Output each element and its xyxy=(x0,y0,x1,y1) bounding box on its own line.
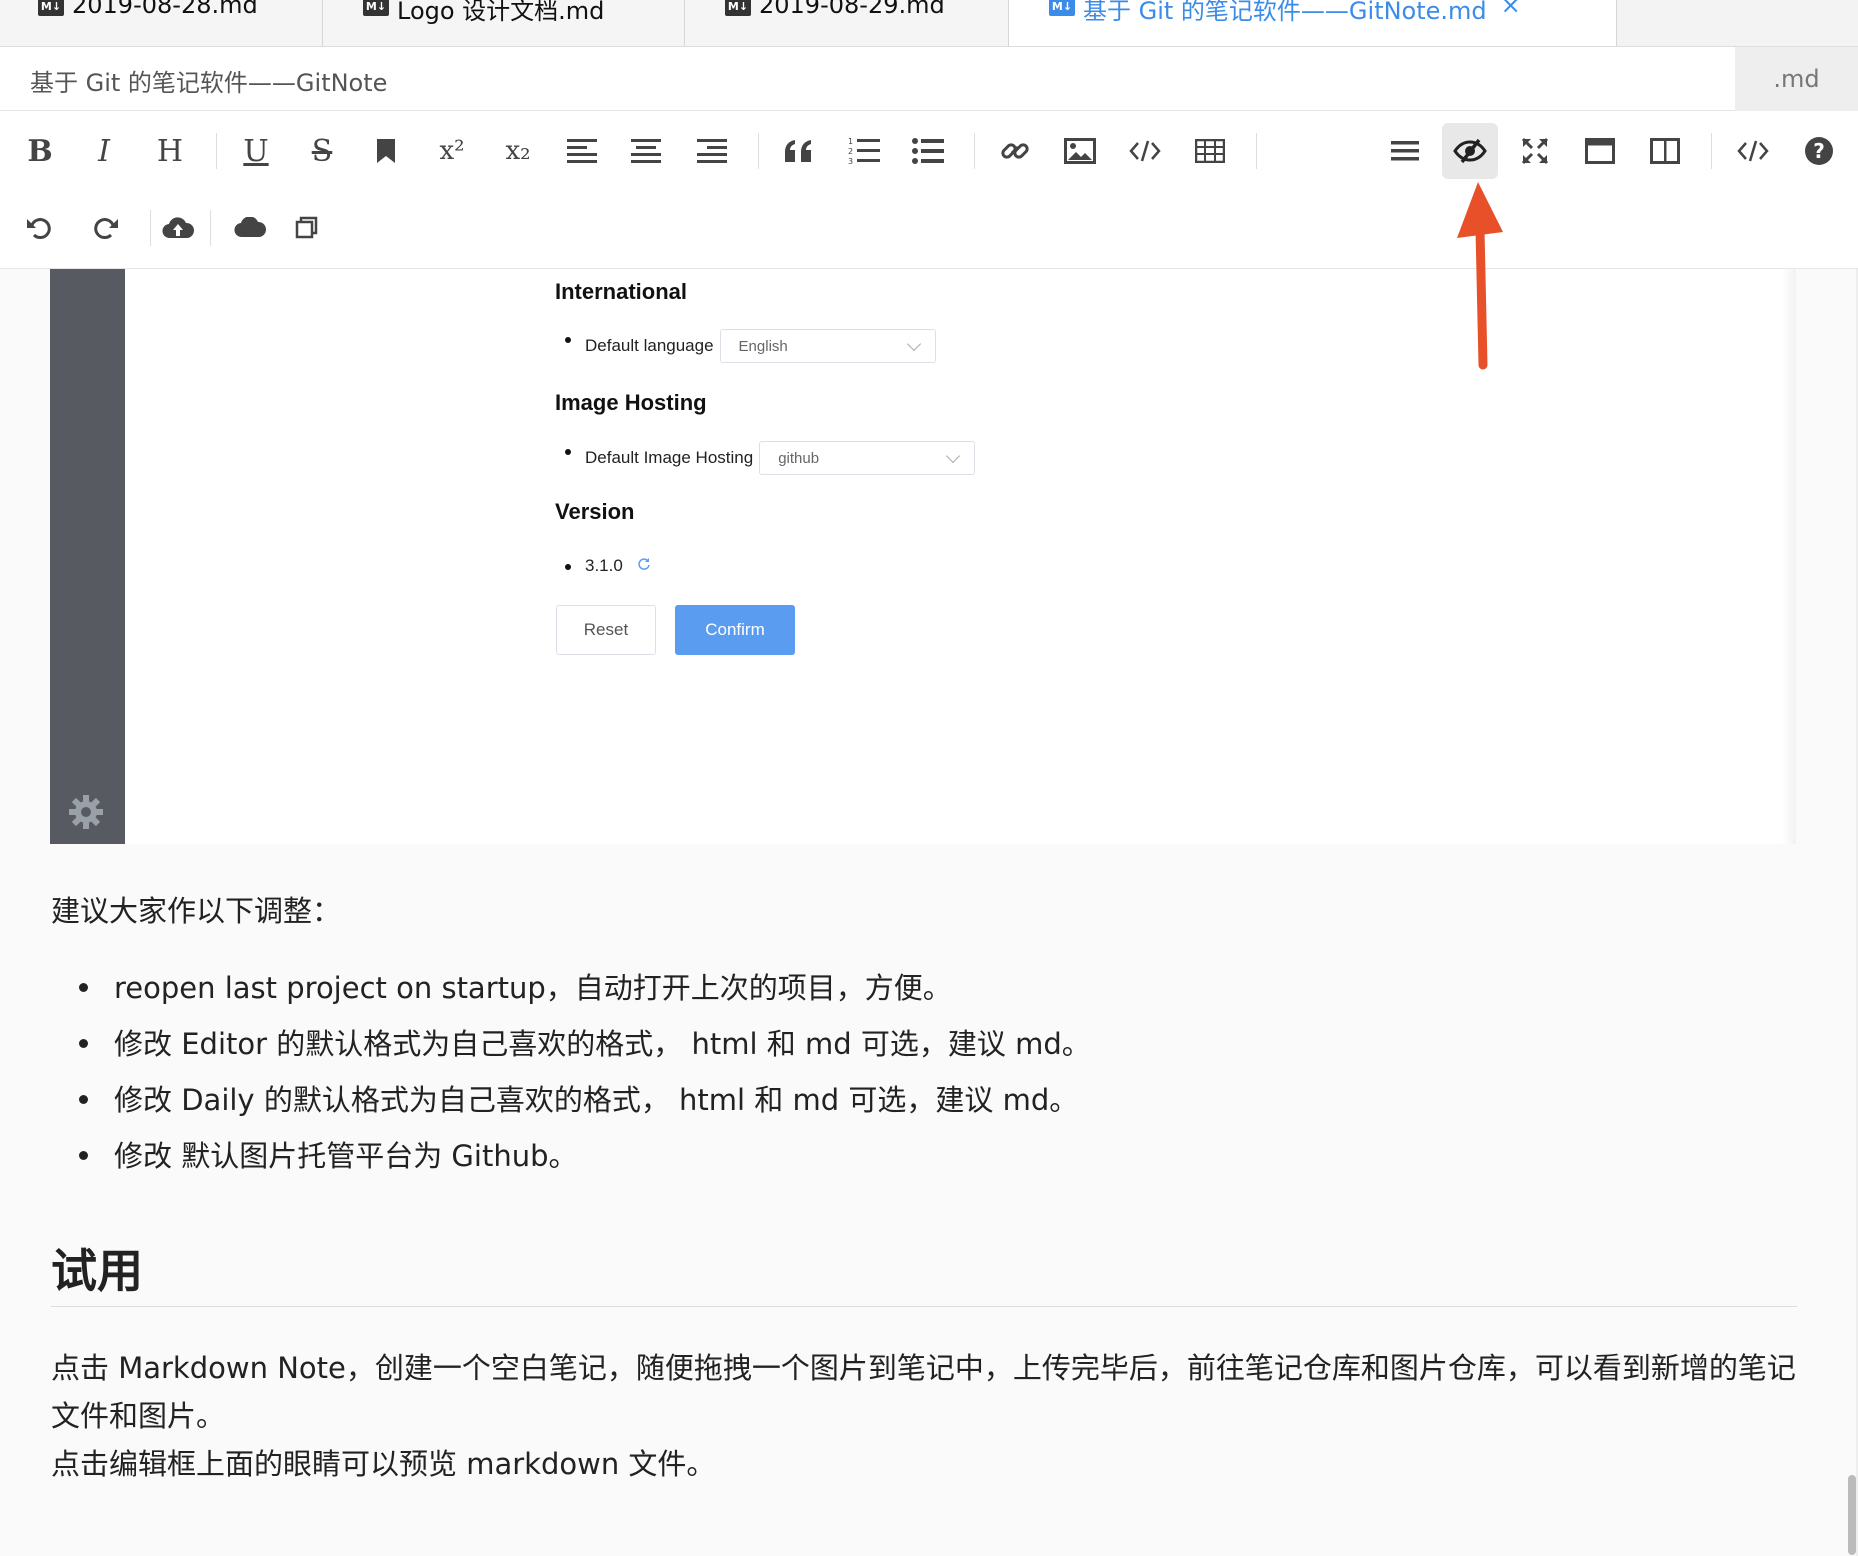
markdown-icon: M↓ xyxy=(38,0,64,16)
cloud-upload-icon[interactable] xyxy=(150,200,206,256)
embedded-settings-screenshot: International Default language English I… xyxy=(50,269,1796,844)
refresh-icon[interactable] xyxy=(637,556,651,576)
superscript-button[interactable]: x² xyxy=(424,123,480,179)
code-icon[interactable] xyxy=(1117,123,1173,179)
confirm-button[interactable]: Confirm xyxy=(675,605,795,655)
help-icon[interactable]: ? xyxy=(1791,123,1847,179)
international-heading: International xyxy=(555,279,688,304)
window-maximize-icon[interactable] xyxy=(1572,123,1628,179)
bold-button[interactable]: B xyxy=(12,123,68,179)
editor-toolbar: B I H U S x² x₂ 123 ? xyxy=(0,111,1858,269)
default-image-hosting-select[interactable]: github xyxy=(759,441,976,475)
svg-text:1: 1 xyxy=(848,137,853,146)
default-language-row: Default language English xyxy=(565,329,936,363)
list-item: 修改 默认图片托管平台为 Github。 xyxy=(51,1133,1091,1189)
adjustment-list: reopen last project on startup，自动打开上次的项目… xyxy=(51,965,1091,1189)
markdown-icon: M↓ xyxy=(363,0,389,16)
trial-paragraph-line1: 点击 Markdown Note，创建一个空白笔记，随便拖拽一个图片到笔记中，上… xyxy=(51,1351,1796,1433)
italic-button[interactable]: I xyxy=(76,123,132,179)
trial-paragraph: 点击 Markdown Note，创建一个空白笔记，随便拖拽一个图片到笔记中，上… xyxy=(51,1344,1797,1488)
default-language-label: Default language xyxy=(585,336,714,355)
split-view-icon[interactable] xyxy=(1637,123,1693,179)
heading-divider xyxy=(51,1306,1797,1307)
svg-text:2: 2 xyxy=(848,147,853,156)
align-right-icon[interactable] xyxy=(684,123,740,179)
bookmark-icon[interactable] xyxy=(358,123,414,179)
preview-eye-icon[interactable] xyxy=(1442,123,1498,179)
cloud-icon[interactable] xyxy=(222,200,278,256)
tab-2019-08-28[interactable]: M↓ 2019-08-28.md xyxy=(0,0,323,46)
version-heading: Version xyxy=(555,499,635,524)
strikethrough-button[interactable]: S xyxy=(294,123,350,179)
svg-text:?: ? xyxy=(1813,139,1825,163)
link-icon[interactable] xyxy=(987,123,1043,179)
fullscreen-icon[interactable] xyxy=(1507,123,1563,179)
title-row: 基于 Git 的笔记软件——GitNote .md xyxy=(0,47,1858,111)
default-image-hosting-label: Default Image Hosting xyxy=(585,448,754,467)
default-image-hosting-row: Default Image Hosting github xyxy=(565,441,976,475)
tab-label: Logo 设计文档.md xyxy=(397,0,605,25)
scrollbar-thumb[interactable] xyxy=(1848,1475,1856,1555)
gear-icon xyxy=(66,792,106,832)
align-left-icon[interactable] xyxy=(554,123,610,179)
copy-icon[interactable] xyxy=(278,200,334,256)
table-icon[interactable] xyxy=(1182,123,1238,179)
tab-label: 基于 Git 的笔记软件——GitNote.md xyxy=(1083,0,1487,25)
version-row: 3.1.0 xyxy=(565,556,651,576)
underline-button[interactable]: U xyxy=(228,123,284,179)
tab-bar: M↓ 2019-08-28.md M↓ Logo 设计文档.md M↓ 2019… xyxy=(0,0,1858,47)
tab-gitnote-active[interactable]: M↓ 基于 Git 的笔记软件——GitNote.md × xyxy=(1009,0,1617,46)
chevron-down-icon xyxy=(906,336,921,351)
ordered-list-icon[interactable]: 123 xyxy=(836,123,892,179)
redo-icon[interactable] xyxy=(77,200,133,256)
trial-heading: 试用 xyxy=(51,1244,143,1298)
list-item: reopen last project on startup，自动打开上次的项目… xyxy=(51,965,1091,1021)
reset-button[interactable]: Reset xyxy=(556,605,656,655)
unordered-list-icon[interactable] xyxy=(900,123,956,179)
svg-text:3: 3 xyxy=(848,157,853,166)
tab-label: 2019-08-28.md xyxy=(72,0,258,19)
settings-sidebar xyxy=(50,269,125,844)
intro-paragraph: 建议大家作以下调整： xyxy=(51,894,342,928)
version-value: 3.1.0 xyxy=(585,556,623,575)
tab-logo-design[interactable]: M↓ Logo 设计文档.md xyxy=(323,0,685,46)
list-item: 修改 Editor 的默认格式为自己喜欢的格式， html 和 md 可选，建议… xyxy=(51,1021,1091,1077)
subscript-button[interactable]: x₂ xyxy=(490,123,546,179)
menu-icon[interactable] xyxy=(1377,123,1433,179)
heading-button[interactable]: H xyxy=(142,123,198,179)
align-center-icon[interactable] xyxy=(618,123,674,179)
list-item: 修改 Daily 的默认格式为自己喜欢的格式， html 和 md 可选，建议 … xyxy=(51,1077,1091,1133)
file-extension-badge[interactable]: .md xyxy=(1735,47,1858,111)
tab-2019-08-29[interactable]: M↓ 2019-08-29.md xyxy=(685,0,1009,46)
close-tab-icon[interactable]: × xyxy=(1501,0,1521,19)
tab-label: 2019-08-29.md xyxy=(759,0,945,19)
image-hosting-heading: Image Hosting xyxy=(555,390,707,415)
markdown-icon: M↓ xyxy=(725,0,751,16)
note-title-input[interactable]: 基于 Git 的笔记软件——GitNote xyxy=(30,63,387,98)
chevron-down-icon xyxy=(946,448,961,463)
markdown-icon: M↓ xyxy=(1049,0,1075,16)
quote-icon[interactable] xyxy=(771,123,827,179)
image-icon[interactable] xyxy=(1052,123,1108,179)
trial-paragraph-line2: 点击编辑框上面的眼睛可以预览 markdown 文件。 xyxy=(51,1447,716,1481)
default-language-select[interactable]: English xyxy=(719,329,936,363)
undo-icon[interactable] xyxy=(12,200,68,256)
html-code-icon[interactable] xyxy=(1725,123,1781,179)
annotation-arrow xyxy=(1457,182,1503,370)
